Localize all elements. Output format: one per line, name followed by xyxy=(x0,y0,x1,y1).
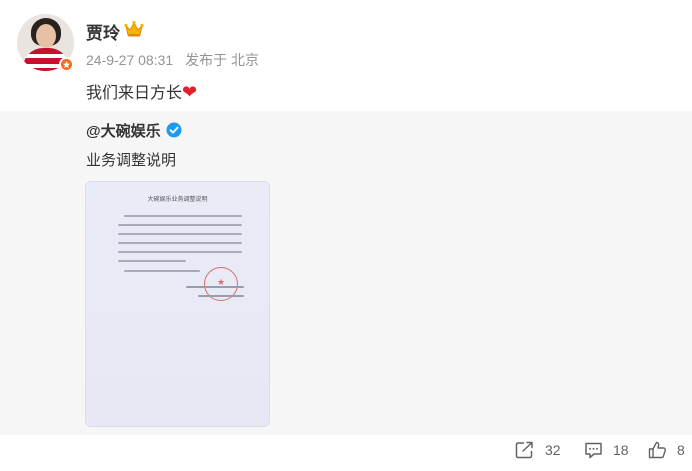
comment-button[interactable]: 18 xyxy=(584,441,629,459)
user-badge-icon xyxy=(59,57,74,72)
document-text-line xyxy=(118,224,242,226)
document-text-line xyxy=(118,233,242,235)
document-text-line xyxy=(118,260,186,262)
share-icon xyxy=(515,441,533,459)
post-text: 我们来日方长❤ xyxy=(86,79,197,103)
action-bar: 32 18 8 xyxy=(0,441,692,465)
post-timestamp[interactable]: 24-9-27 08:31 xyxy=(86,52,173,68)
comment-icon xyxy=(585,442,602,459)
signature-line xyxy=(186,286,244,288)
like-count: 8 xyxy=(677,442,685,458)
like-button[interactable]: 8 xyxy=(648,441,685,459)
repost-text: 业务调整说明 xyxy=(86,152,177,169)
document-text-line xyxy=(118,242,242,244)
repost-author[interactable]: @大碗娱乐 xyxy=(86,120,161,141)
author-name[interactable]: 贾玲 xyxy=(86,19,120,44)
comment-count: 18 xyxy=(613,442,629,458)
document-text-line xyxy=(124,215,242,217)
date-line xyxy=(198,295,244,297)
document-text-line xyxy=(124,270,200,272)
heart-emoji-icon: ❤ xyxy=(182,82,198,102)
share-button[interactable]: 32 xyxy=(515,441,561,459)
repost-card[interactable]: @大碗娱乐 业务调整说明 大碗娱乐业务调整说明 ★ xyxy=(0,111,692,435)
document-title: 大碗娱乐业务调整说明 xyxy=(147,196,208,203)
like-icon xyxy=(648,441,666,459)
avatar-face xyxy=(36,24,56,48)
post-meta: 24-9-27 08:31 发布于 北京 xyxy=(86,50,259,70)
crown-icon xyxy=(124,20,144,37)
verified-icon xyxy=(166,122,182,138)
post-source: 发布于 北京 xyxy=(185,52,259,68)
document-text-line xyxy=(118,251,242,253)
weibo-post: 贾玲 24-9-27 08:31 发布于 北京 我们来日方长❤ @大碗娱乐 业务… xyxy=(0,0,692,471)
share-count: 32 xyxy=(545,442,561,458)
document-image[interactable]: 大碗娱乐业务调整说明 ★ xyxy=(85,181,270,427)
post-text-content: 我们来日方长 xyxy=(86,85,183,102)
